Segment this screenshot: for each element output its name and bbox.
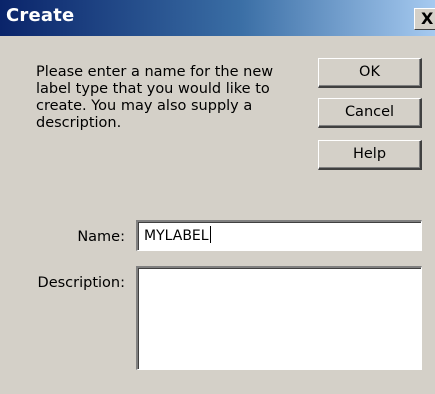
name-label: Name: [77, 229, 125, 245]
description-field[interactable] [136, 266, 422, 370]
name-field[interactable]: MYLABEL [136, 220, 422, 251]
name-field-value: MYLABEL [144, 228, 209, 244]
cancel-button[interactable]: Cancel [318, 98, 422, 128]
text-caret [209, 226, 211, 243]
title-bar[interactable]: Create X [0, 0, 435, 36]
close-icon: X [421, 9, 434, 28]
instruction-text: Please enter a name for the new label ty… [36, 64, 274, 131]
close-button[interactable]: X [414, 8, 435, 30]
ok-button[interactable]: OK [318, 58, 422, 88]
create-dialog: Create X Please enter a name for the new… [0, 0, 435, 394]
dialog-title: Create [6, 5, 75, 26]
description-label: Description: [37, 275, 125, 291]
help-button[interactable]: Help [318, 140, 422, 170]
